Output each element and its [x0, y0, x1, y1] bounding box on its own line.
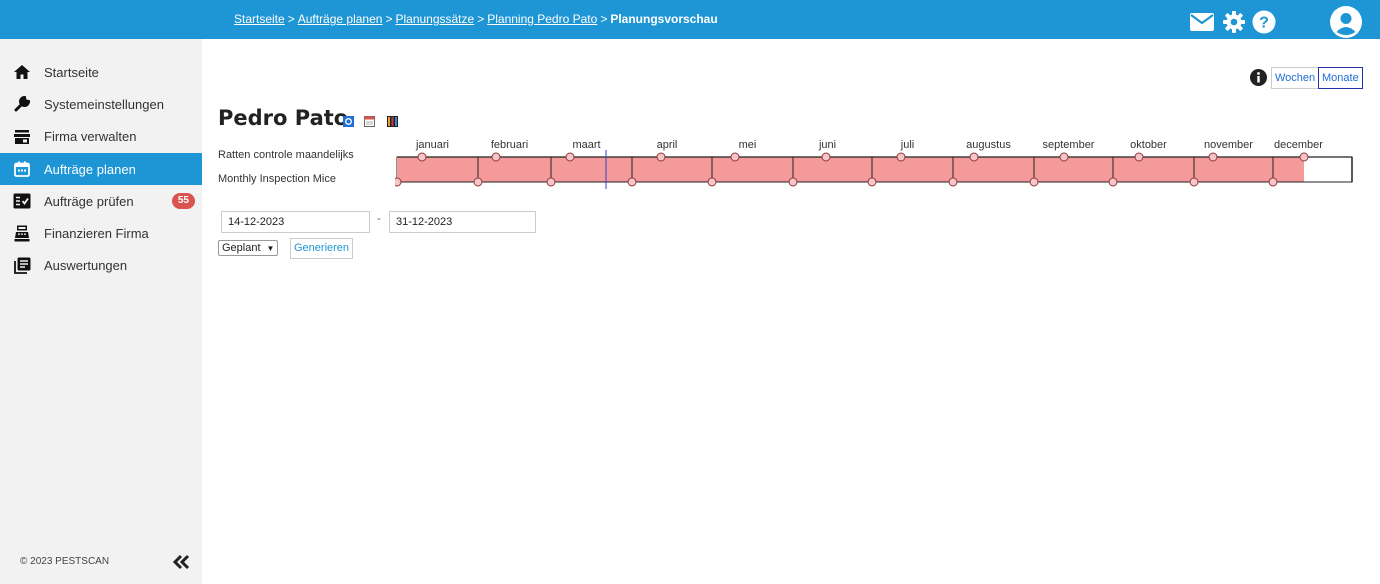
- sidebar-item-auswertungen[interactable]: Auswertungen: [0, 250, 202, 282]
- month-label: maart: [572, 139, 600, 151]
- checklist-icon: [12, 192, 32, 210]
- planning-timeline: januari februari maart april mei juni juli augu…: [395, 139, 1353, 189]
- planning-row-label: Monthly Inspection Mice: [218, 173, 336, 185]
- monthly-mice-inspection-marker: [1029, 177, 1039, 187]
- svg-text:?: ?: [1259, 15, 1269, 32]
- breadcrumb-separator: >: [385, 12, 393, 26]
- planning-row-label: Ratten controle maandelijks: [218, 149, 354, 161]
- wrench-icon: [12, 95, 32, 113]
- month-label: januari: [415, 139, 449, 151]
- monthly-rat-control-marker: [969, 152, 979, 162]
- monthly-rat-control-marker: [1134, 152, 1144, 162]
- sidebar-item-auftraege-pruefen[interactable]: Aufträge prüfen 55: [0, 185, 202, 217]
- monthly-mice-inspection-marker: [948, 177, 958, 187]
- breadcrumb-separator: >: [600, 12, 608, 26]
- sidebar: Startseite Systemeinstellungen Firma ver…: [0, 39, 202, 584]
- date-from-input[interactable]: [221, 211, 370, 233]
- month-label: februari: [491, 139, 528, 151]
- sidebar-item-label: Auswertungen: [44, 258, 128, 274]
- month-label: november: [1204, 139, 1253, 151]
- monthly-rat-control-marker: [821, 152, 831, 162]
- pending-count-badge: 55: [171, 193, 195, 210]
- monthly-rat-control-marker: [1059, 152, 1069, 162]
- month-label: augustus: [966, 139, 1011, 151]
- sidebar-item-label: Aufträge prüfen: [44, 193, 134, 209]
- top-bar: Startseite > Aufträge planen > Planungssätze…: [0, 0, 1380, 39]
- breadcrumb-planning[interactable]: Planning Pedro Pato: [487, 12, 597, 26]
- monthly-rat-control-marker: [896, 152, 906, 162]
- calendar-icon: [12, 160, 32, 178]
- month-label: juni: [818, 139, 836, 151]
- mail-icon[interactable]: [1189, 12, 1215, 32]
- month-label: september: [1043, 139, 1095, 151]
- help-icon[interactable]: ?: [1252, 10, 1276, 34]
- sidebar-item-label: Firma verwalten: [44, 129, 137, 145]
- breadcrumb-separator: >: [477, 12, 485, 26]
- planning-bar: [397, 157, 1304, 182]
- status-select-value: Geplant: [222, 242, 261, 254]
- monthly-rat-control-marker: [1299, 152, 1309, 162]
- generate-button[interactable]: Generieren: [290, 238, 354, 259]
- month-label: mei: [739, 139, 757, 151]
- monthly-mice-inspection-marker: [1268, 177, 1278, 187]
- info-icon[interactable]: [1250, 69, 1267, 86]
- date-range-dash: -: [377, 213, 381, 225]
- user-icon[interactable]: [1330, 6, 1362, 38]
- breadcrumb: Startseite > Aufträge planen > Planungssätze…: [234, 12, 718, 26]
- collapse-sidebar-icon[interactable]: [172, 554, 190, 570]
- home-icon: [12, 63, 32, 81]
- month-label: oktober: [1130, 139, 1167, 151]
- outlook-export-icon[interactable]: [343, 114, 354, 127]
- monthly-rat-control-marker: [1208, 152, 1218, 162]
- monthly-rat-control-marker: [656, 152, 666, 162]
- chevron-down-icon: ▼: [266, 243, 275, 253]
- gear-icon[interactable]: [1222, 10, 1246, 34]
- monthly-rat-control-marker: [730, 152, 740, 162]
- monthly-rat-control-marker: [417, 152, 427, 162]
- month-label: juli: [900, 139, 914, 151]
- breadcrumb-current: Planungsvorschau: [610, 12, 718, 26]
- breadcrumb-separator: >: [287, 12, 295, 26]
- monthly-rat-control-marker: [565, 152, 575, 162]
- monthly-mice-inspection-marker: [1108, 177, 1118, 187]
- sidebar-item-finanzieren-firma[interactable]: Finanzieren Firma: [0, 217, 202, 249]
- month-label: december: [1274, 139, 1323, 151]
- color-grid-icon[interactable]: [387, 114, 398, 127]
- monthly-mice-inspection-marker: [395, 177, 402, 187]
- monthly-mice-inspection-marker: [1189, 177, 1199, 187]
- sidebar-item-label: Startseite: [44, 64, 99, 80]
- store-icon: [12, 128, 32, 146]
- sidebar-item-systemeinstellungen[interactable]: Systemeinstellungen: [0, 88, 202, 120]
- view-weeks-button[interactable]: Wochen: [1271, 67, 1320, 89]
- date-to-input[interactable]: [389, 211, 536, 233]
- monthly-mice-inspection-marker: [546, 177, 556, 187]
- sidebar-item-firma-verwalten[interactable]: Firma verwalten: [0, 121, 202, 153]
- reports-icon: [12, 257, 32, 275]
- view-months-button[interactable]: Monate: [1318, 67, 1363, 89]
- header-actions: ?: [1189, 6, 1362, 38]
- monthly-mice-inspection-marker: [867, 177, 877, 187]
- sidebar-item-startseite[interactable]: Startseite: [0, 56, 202, 88]
- sidebar-item-label: Systemeinstellungen: [44, 96, 164, 112]
- monthly-mice-inspection-marker: [473, 177, 483, 187]
- breadcrumb-auftraege-planen[interactable]: Aufträge planen: [298, 12, 383, 26]
- german-flag-icon[interactable]: [1285, 13, 1314, 31]
- sidebar-item-label: Aufträge planen: [44, 161, 136, 177]
- month-label: april: [657, 139, 678, 151]
- sidebar-item-auftraege-planen[interactable]: Aufträge planen: [0, 152, 202, 186]
- cash-register-icon: [12, 225, 32, 243]
- breadcrumb-startseite[interactable]: Startseite: [234, 12, 285, 26]
- calendar-export-icon[interactable]: [364, 114, 375, 127]
- monthly-mice-inspection-marker: [707, 177, 717, 187]
- status-select[interactable]: Geplant ▼: [218, 240, 279, 256]
- monthly-mice-inspection-marker: [788, 177, 798, 187]
- sidebar-nav: Startseite Systemeinstellungen Firma ver…: [0, 56, 202, 282]
- copyright-footer: © 2023 PESTSCAN: [20, 556, 110, 567]
- page-title: Pedro Pato: [218, 106, 349, 130]
- breadcrumb-planungssaetze[interactable]: Planungssätze: [395, 12, 474, 26]
- monthly-mice-inspection-marker: [627, 177, 637, 187]
- sidebar-item-label: Finanzieren Firma: [44, 226, 149, 242]
- monthly-rat-control-marker: [491, 152, 501, 162]
